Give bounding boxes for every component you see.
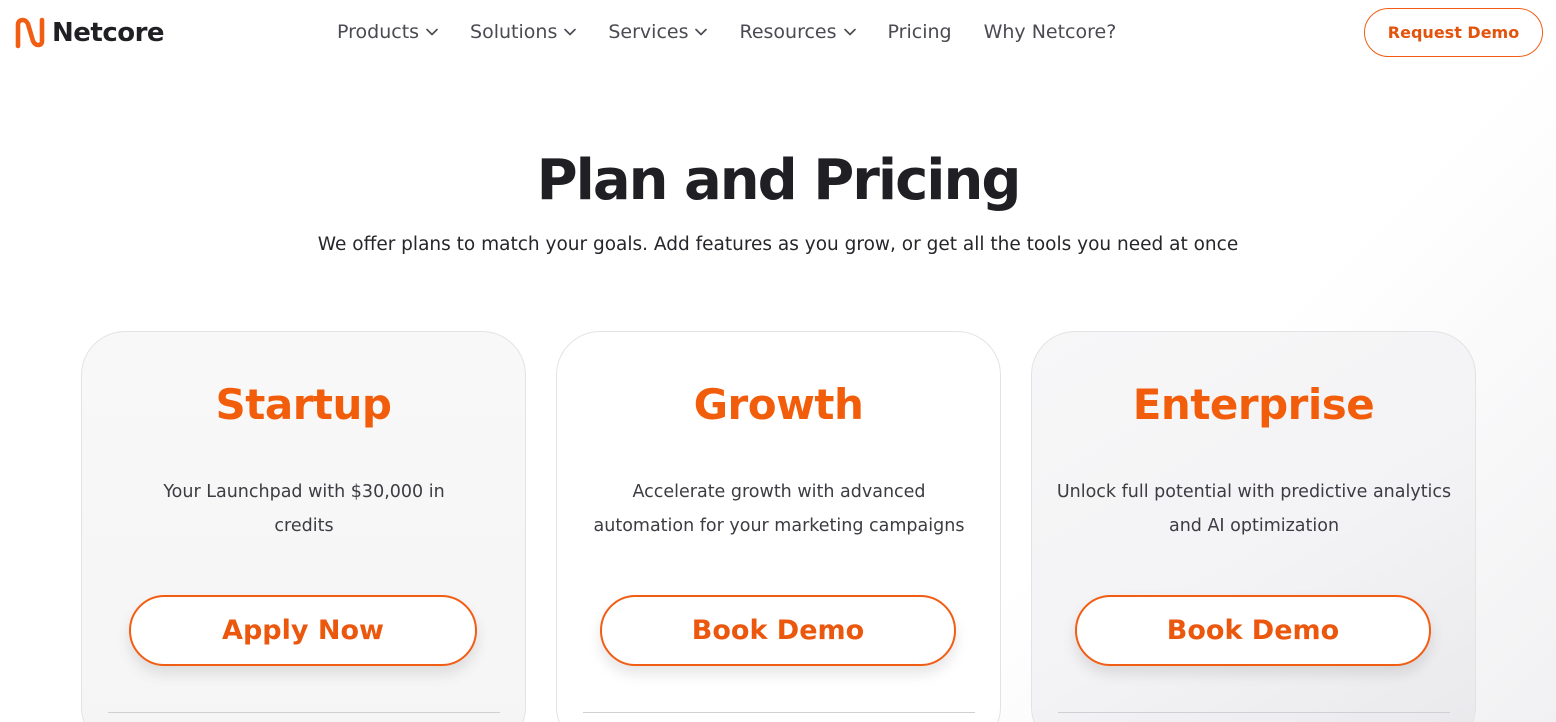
nav-item-label: Resources: [739, 21, 837, 43]
nav-item-pricing[interactable]: Pricing: [888, 19, 952, 45]
plan-card-growth: Growth Accelerate growth with advanced a…: [556, 331, 1001, 722]
apply-now-button[interactable]: Apply Now: [129, 595, 477, 666]
chevron-down-icon: [843, 28, 856, 36]
book-demo-button[interactable]: Book Demo: [600, 595, 956, 666]
plan-description: Unlock full potential with predictive an…: [1056, 482, 1452, 536]
plan-title: Startup: [215, 380, 392, 429]
nav-item-label: Why Netcore?: [983, 21, 1117, 43]
nav-item-why-netcore[interactable]: Why Netcore?: [984, 19, 1117, 45]
main-nav: Products Solutions Services Resources Pr…: [337, 19, 1148, 45]
plan-card-startup: Startup Your Launchpad with $30,000 in c…: [81, 331, 526, 722]
netcore-logo-icon: [15, 17, 45, 49]
pricing-page: Netcore Products Solutions Services Reso…: [0, 0, 1556, 722]
book-demo-button[interactable]: Book Demo: [1075, 595, 1431, 666]
page-subtitle: We offer plans to match your goals. Add …: [317, 234, 1239, 255]
card-divider: [583, 712, 975, 713]
plan-title: Enterprise: [1132, 380, 1375, 429]
nav-item-label: Solutions: [470, 21, 558, 43]
plan-card-enterprise: Enterprise Unlock full potential with pr…: [1031, 331, 1476, 722]
plan-description: Your Launchpad with $30,000 in credits: [163, 482, 445, 536]
netcore-logo[interactable]: Netcore: [13, 16, 165, 50]
nav-item-solutions[interactable]: Solutions: [470, 19, 577, 45]
brand-name: Netcore: [52, 18, 165, 48]
nav-item-label: Pricing: [887, 21, 952, 43]
chevron-down-icon: [695, 28, 708, 36]
page-title: Plan and Pricing: [536, 148, 1022, 213]
nav-item-label: Services: [608, 21, 689, 43]
nav-item-label: Products: [337, 21, 420, 43]
nav-item-products[interactable]: Products: [337, 19, 438, 45]
nav-item-services[interactable]: Services: [608, 19, 708, 45]
nav-item-resources[interactable]: Resources: [739, 19, 856, 45]
card-divider: [108, 712, 500, 713]
chevron-down-icon: [564, 28, 577, 36]
request-demo-button[interactable]: Request Demo: [1364, 8, 1543, 57]
chevron-down-icon: [426, 28, 438, 36]
plan-description: Accelerate growth with advanced automati…: [593, 482, 965, 536]
plan-title: Growth: [693, 380, 864, 429]
site-header: Netcore Products Solutions Services Reso…: [0, 0, 1556, 66]
card-divider: [1058, 712, 1450, 713]
